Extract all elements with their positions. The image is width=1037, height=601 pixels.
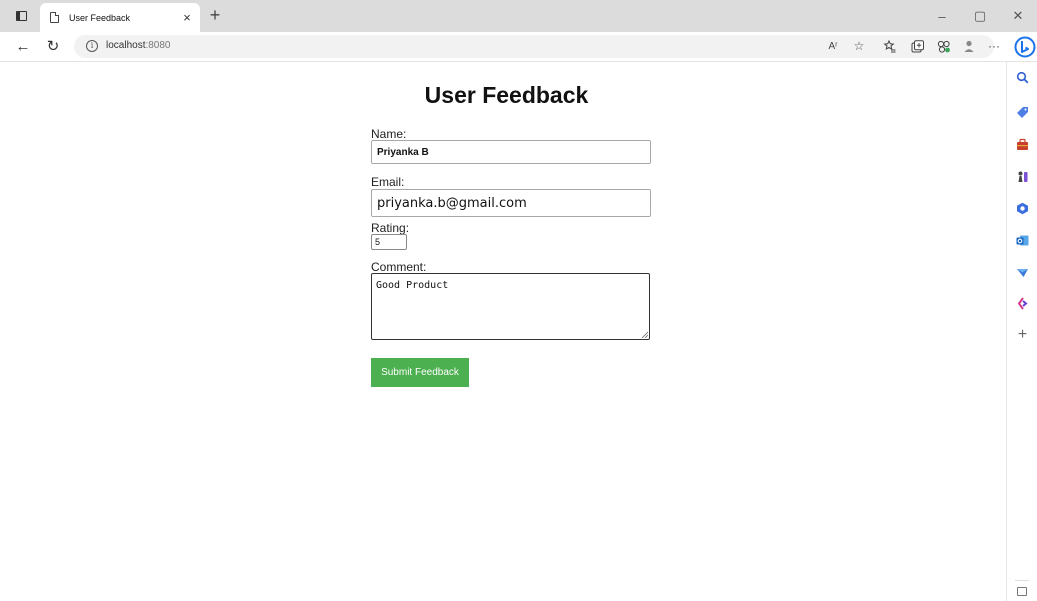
- tab-close-icon[interactable]: ×: [178, 10, 196, 25]
- briefcase-icon[interactable]: [1016, 138, 1029, 151]
- minimize-button[interactable]: –: [923, 0, 961, 32]
- favorites-list-icon[interactable]: [880, 39, 898, 56]
- tab-strip: User Feedback × + – ▢ ✕: [0, 0, 1037, 32]
- page-icon: [50, 12, 59, 23]
- page-title: User Feedback: [424, 82, 589, 108]
- browser-toolbar: ← ↻ i localhost:8080 Aʳ ☆ ···: [0, 32, 1037, 62]
- bing-chat-icon[interactable]: [1014, 35, 1036, 59]
- name-input[interactable]: Priyanka B: [371, 140, 651, 164]
- new-tab-button[interactable]: +: [205, 4, 225, 26]
- comment-label: Comment:: [371, 260, 427, 274]
- more-icon[interactable]: ···: [985, 38, 1003, 54]
- hide-sidebar-icon[interactable]: [1017, 587, 1027, 596]
- email-label: Email:: [371, 175, 405, 189]
- tab-actions-icon[interactable]: [10, 6, 32, 26]
- email-input[interactable]: priyanka.b@gmail.com: [371, 189, 651, 217]
- extensions-icon[interactable]: [935, 40, 953, 56]
- window-controls: – ▢ ✕: [923, 0, 1037, 32]
- resize-grip-icon[interactable]: [641, 331, 648, 338]
- comment-text: Good Product: [376, 280, 449, 291]
- search-icon[interactable]: [1016, 71, 1029, 84]
- tag-icon[interactable]: [1016, 106, 1029, 119]
- name-label: Name:: [371, 127, 407, 141]
- rating-label: Rating:: [371, 221, 410, 235]
- outlook-icon[interactable]: [1016, 234, 1029, 247]
- url-text: localhost:8080: [106, 40, 171, 51]
- site-info-icon[interactable]: i: [86, 40, 98, 52]
- collections-icon[interactable]: [908, 40, 926, 56]
- edge-sidebar: +: [1006, 62, 1037, 601]
- office-icon[interactable]: [1016, 202, 1029, 215]
- tab-title: User Feedback: [69, 12, 131, 23]
- profile-icon[interactable]: [960, 40, 978, 56]
- comment-textarea[interactable]: Good Product: [371, 273, 650, 340]
- rating-input[interactable]: 5: [371, 234, 407, 250]
- read-aloud-icon[interactable]: Aʳ: [824, 39, 842, 55]
- add-sidebar-app-button[interactable]: +: [1015, 326, 1030, 344]
- submit-feedback-button[interactable]: Submit Feedback: [371, 358, 469, 387]
- chess-icon[interactable]: [1016, 170, 1029, 183]
- restore-button[interactable]: ▢: [961, 0, 999, 32]
- favorite-star-icon[interactable]: ☆: [850, 38, 868, 54]
- tab-user-feedback[interactable]: User Feedback ×: [40, 3, 200, 32]
- refresh-icon[interactable]: ↻: [42, 36, 64, 58]
- close-window-button[interactable]: ✕: [999, 0, 1037, 32]
- send-icon[interactable]: [1016, 266, 1029, 279]
- page-content: User Feedback Name: Priyanka B Email: pr…: [0, 63, 1006, 601]
- back-arrow-icon[interactable]: ←: [12, 36, 34, 58]
- sidebar-footer: [1015, 580, 1029, 596]
- designer-icon[interactable]: [1016, 297, 1029, 310]
